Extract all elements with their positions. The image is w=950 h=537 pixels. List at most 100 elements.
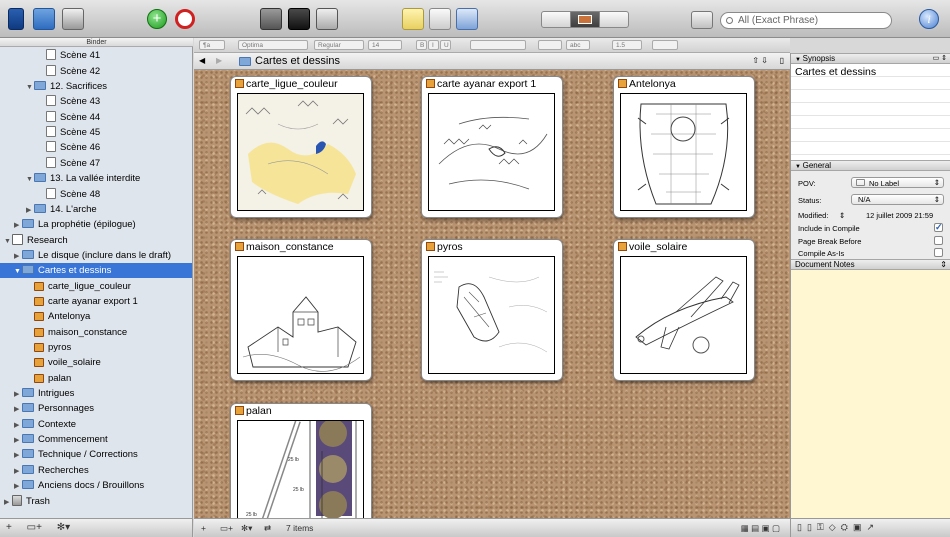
underline-button[interactable]: U [440, 40, 451, 50]
synopsis-options-icon[interactable]: ▭ ⇕ [933, 54, 947, 64]
split-close-icon[interactable]: ▯ [780, 53, 784, 69]
page-break-checkbox[interactable] [934, 236, 943, 245]
index-card[interactable]: Antelonya [613, 76, 755, 218]
font-weight-menu[interactable]: Regular [314, 40, 364, 50]
disclosure-triangle-icon[interactable]: ▶ [14, 464, 22, 479]
binder-item[interactable]: Scène 47 [0, 156, 192, 171]
binder-item[interactable]: ▶ Recherches [0, 463, 192, 479]
view-mode-control[interactable] [541, 11, 629, 28]
binder-item[interactable]: ▼ Research [0, 233, 192, 249]
binder-item[interactable]: Scène 44 [0, 110, 192, 125]
corkboard-view-icon[interactable] [62, 8, 84, 30]
back-arrow-icon[interactable]: ◀ [199, 53, 205, 69]
binder-item[interactable]: ▶ Commencement [0, 432, 192, 448]
binder-item[interactable]: ▶ Technique / Corrections [0, 447, 192, 463]
binder-icon[interactable] [8, 8, 24, 30]
binder-item[interactable]: Scène 45 [0, 125, 192, 140]
disclosure-triangle-icon[interactable]: ▶ [14, 402, 22, 417]
disclosure-triangle-icon[interactable]: ▼ [14, 264, 22, 279]
bold-button[interactable]: B [416, 40, 427, 50]
folder-icon[interactable] [33, 8, 55, 30]
scrivenings-view-button[interactable] [542, 12, 571, 27]
binder-item[interactable]: Scène 46 [0, 140, 192, 155]
include-in-compile-checkbox[interactable]: ✓ [934, 223, 943, 232]
list-menu[interactable] [652, 40, 678, 50]
arrange-icon[interactable]: ⇄ [264, 519, 271, 537]
binder-item[interactable]: Scène 42 [0, 64, 192, 79]
binder-item[interactable]: ▶ Trash [0, 494, 192, 510]
binder-item[interactable]: Scène 48 [0, 187, 192, 202]
highlight-menu[interactable]: abc [566, 40, 590, 50]
pov-select[interactable]: No Label ⇕ [851, 177, 944, 188]
document-template-icon[interactable] [429, 8, 451, 30]
binder-item[interactable]: carte_ligue_couleur [0, 279, 192, 294]
disclosure-triangle-icon[interactable]: ▶ [14, 479, 22, 494]
binder-item[interactable]: ▼ 12. Sacrifices [0, 79, 192, 95]
index-card[interactable]: maison_constance [230, 239, 372, 381]
split-view-icon[interactable] [260, 8, 282, 30]
delete-icon[interactable] [175, 9, 195, 29]
modified-sort-icon[interactable]: ⇕ [839, 211, 845, 220]
document-notes-header[interactable]: Document Notes ⇕ [791, 259, 950, 270]
disclosure-triangle-icon[interactable]: ▶ [14, 433, 22, 448]
style-menu[interactable]: ¶a [199, 40, 225, 50]
index-card[interactable]: carte_ligue_couleur [230, 76, 372, 218]
corkboard-options-icon[interactable]: ▦ ▤ ▣ ▢ [741, 519, 780, 537]
disclosure-triangle-icon[interactable]: ▶ [14, 387, 22, 402]
index-card[interactable]: voile_solaire [613, 239, 755, 381]
text-color-well[interactable] [538, 40, 562, 50]
add-item-icon[interactable]: + [6, 522, 12, 533]
add-folder-icon[interactable]: ▭+ [27, 522, 42, 533]
binder-item[interactable]: palan [0, 371, 192, 386]
disclosure-triangle-icon[interactable]: ▶ [14, 218, 22, 233]
disclosure-triangle-icon[interactable]: ▼ [4, 234, 12, 249]
disclosure-triangle-icon[interactable]: ▶ [4, 495, 12, 510]
navigation-arrows-icon[interactable]: ⇧ ⇩ [752, 53, 768, 69]
synopsis-text[interactable]: Cartes et dessins [791, 64, 950, 160]
binder-item[interactable]: ▶ Le disque (inclure dans le draft) [0, 248, 192, 264]
search-input[interactable]: All (Exact Phrase) [720, 12, 892, 29]
font-size-menu[interactable]: 14 [368, 40, 402, 50]
gear-icon[interactable]: ✻▾ [57, 522, 70, 533]
corkboard-view-button[interactable] [571, 12, 600, 27]
inspector-toggle-icon[interactable]: i [919, 9, 939, 29]
disclosure-triangle-icon[interactable]: ▶ [14, 249, 22, 264]
alignment-control[interactable] [470, 40, 526, 50]
gear-icon[interactable]: ✻▾ [241, 519, 252, 537]
index-card[interactable]: pyros [421, 239, 563, 381]
disclosure-triangle-icon[interactable]: ▶ [14, 448, 22, 463]
binder-item[interactable]: maison_constance [0, 325, 192, 340]
disclosure-triangle-icon[interactable]: ▶ [14, 418, 22, 433]
index-card[interactable]: palan 25 lb 25 lb 25 lb [230, 403, 372, 518]
forward-arrow-icon[interactable]: ▶ [216, 53, 222, 69]
line-spacing-menu[interactable]: 1.5 [612, 40, 642, 50]
document-notes-area[interactable] [791, 270, 950, 518]
binder-item[interactable]: Scène 43 [0, 94, 192, 109]
disclosure-triangle-icon[interactable]: ▼ [26, 80, 34, 95]
binder-item[interactable]: pyros [0, 340, 192, 355]
binder-item[interactable]: ▶ Anciens docs / Brouillons [0, 478, 192, 494]
binder-item[interactable]: ▶ La prophétie (épilogue) [0, 217, 192, 233]
note-icon[interactable] [402, 8, 424, 30]
binder-item[interactable]: ▼ Cartes et dessins [0, 263, 192, 279]
binder-item[interactable]: ▶ Personnages [0, 401, 192, 417]
binder-item[interactable]: Scène 41 [0, 48, 192, 63]
compile-as-is-checkbox[interactable] [934, 248, 943, 257]
snapshot-icon[interactable] [456, 8, 478, 30]
outliner-view-button[interactable] [600, 12, 628, 27]
search-scope-icon[interactable] [691, 11, 713, 29]
add-icon[interactable]: + [147, 9, 167, 29]
binder-item[interactable]: ▶ Intrigues [0, 386, 192, 402]
binder-item[interactable]: ▶ Contexte [0, 417, 192, 433]
status-select[interactable]: N/A ⇕ [851, 194, 944, 205]
index-card[interactable]: carte ayanar export 1 [421, 76, 563, 218]
binder-item[interactable]: ▶ 14. L'arche [0, 202, 192, 218]
add-card-icon[interactable]: + [201, 519, 206, 537]
disclosure-triangle-icon[interactable]: ▶ [26, 203, 34, 218]
fullscreen-icon[interactable] [316, 8, 338, 30]
binder-item[interactable]: ▼ 13. La vallée interdite [0, 171, 192, 187]
italic-button[interactable]: I [428, 40, 439, 50]
binder-item[interactable]: voile_solaire [0, 355, 192, 370]
font-family-menu[interactable]: Optima [238, 40, 308, 50]
disclosure-triangle-icon[interactable]: ▼ [26, 172, 34, 187]
